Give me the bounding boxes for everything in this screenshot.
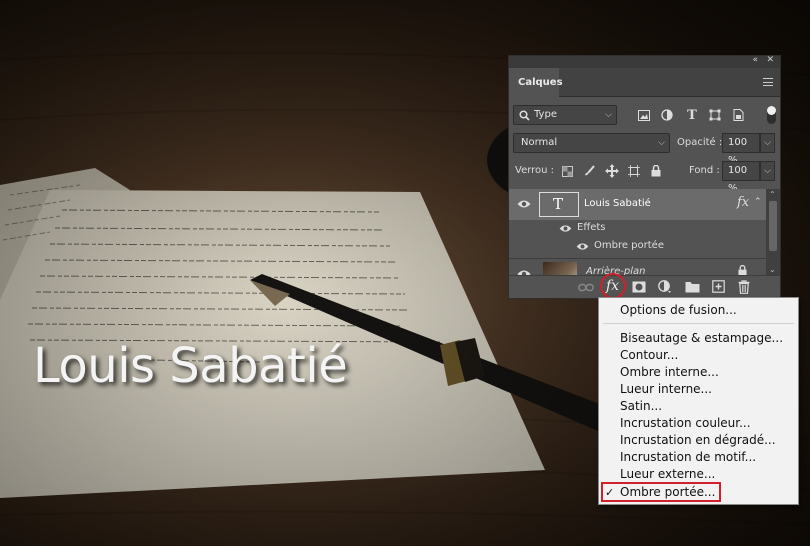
- fill-input[interactable]: 100 %: [722, 161, 760, 194]
- effect-name: Ombre portée: [594, 240, 664, 251]
- chevron-down-icon: ⌵: [658, 138, 665, 148]
- add-layer-style-button[interactable]: fx: [606, 278, 619, 294]
- opacity-label: Opacité :: [677, 137, 723, 148]
- menu-item-satin[interactable]: Satin...: [620, 399, 662, 413]
- lock-label: Verrou :: [515, 165, 555, 176]
- link-icon[interactable]: [578, 283, 594, 292]
- text-layer-thumbnail: T: [539, 192, 579, 217]
- lock-row: Verrou : Fond : 100 % ⌵: [509, 161, 780, 194]
- filter-text-icon[interactable]: T: [685, 107, 699, 123]
- blend-mode-value: Normal: [521, 137, 558, 148]
- fill-label: Fond :: [689, 165, 720, 176]
- filter-row: Type ⌵ T: [509, 105, 780, 127]
- layers-scrollbar[interactable]: ⌃ ⌄: [766, 189, 780, 276]
- filter-kind-value: Type: [534, 109, 557, 120]
- opacity-input[interactable]: 100 %: [722, 133, 760, 166]
- menu-item-gradient-overlay[interactable]: Incrustation en dégradé...: [620, 433, 776, 447]
- chevron-down-icon[interactable]: ⌄: [769, 265, 776, 274]
- close-icon[interactable]: ✕: [766, 55, 774, 65]
- filter-smart-object-icon[interactable]: [731, 108, 745, 122]
- panel-footer: fx: [509, 273, 780, 299]
- layer-fx-indicator[interactable]: fx: [737, 195, 749, 210]
- folder-icon[interactable]: [685, 281, 700, 293]
- new-layer-icon[interactable]: [712, 280, 725, 293]
- filter-pixel-icon[interactable]: [637, 108, 651, 122]
- layers-panel: « ✕ Calques Type ⌵ T Normal ⌵ Opacité: …: [508, 55, 781, 299]
- blend-row: Normal ⌵ Opacité : 100 % ⌵: [509, 133, 780, 166]
- lock-image-brush-icon[interactable]: [582, 164, 596, 178]
- blend-mode-select[interactable]: Normal ⌵: [513, 133, 670, 153]
- menu-item-drop-shadow[interactable]: Ombre portée...: [620, 485, 715, 499]
- checkmark-icon: ✓: [605, 486, 615, 499]
- trash-icon[interactable]: [738, 280, 750, 294]
- panel-menu-icon[interactable]: [763, 78, 773, 86]
- filter-kind-select[interactable]: Type ⌵: [513, 105, 617, 125]
- search-icon: [519, 110, 530, 121]
- eye-icon[interactable]: [517, 199, 531, 209]
- chevron-down-icon: ⌵: [605, 110, 612, 120]
- layer-name: Louis Sabatié: [584, 198, 651, 209]
- lock-transparent-icon[interactable]: [560, 164, 574, 178]
- panel-topbar: « ✕: [509, 55, 780, 68]
- eye-icon[interactable]: [559, 224, 572, 233]
- filter-shape-icon[interactable]: [708, 108, 722, 122]
- layers-list: T Louis Sabatié fx ⌃ Effets Ombre portée: [509, 189, 767, 276]
- effects-label: Effets: [577, 222, 606, 233]
- layer-style-menu: Options de fusion... Biseautage & estamp…: [598, 297, 799, 505]
- lock-position-move-icon[interactable]: [604, 163, 620, 179]
- layer-mask-icon[interactable]: [632, 281, 646, 293]
- menu-item-bevel-emboss[interactable]: Biseautage & estampage...: [620, 331, 783, 345]
- canvas-title-text: Louis Sabatié: [33, 338, 348, 394]
- background-layer-thumbnail: [543, 262, 577, 276]
- chevron-up-icon[interactable]: ⌃: [754, 197, 762, 207]
- double-chevron-icon[interactable]: «: [752, 55, 758, 65]
- lock-artboard-icon[interactable]: [627, 164, 641, 178]
- menu-item-blending-options[interactable]: Options de fusion...: [620, 303, 737, 317]
- layer-effects-row[interactable]: Effets: [509, 220, 767, 238]
- menu-item-pattern-overlay[interactable]: Incrustation de motif...: [620, 450, 756, 464]
- filter-adjustment-icon[interactable]: [660, 108, 674, 122]
- eye-icon[interactable]: [576, 242, 589, 251]
- chevron-up-icon[interactable]: ⌃: [769, 190, 776, 199]
- lock-all-icon[interactable]: [649, 163, 663, 179]
- layer-row-background[interactable]: Arrière-plan: [509, 258, 767, 276]
- layer-row-text[interactable]: T Louis Sabatié fx ⌃: [509, 189, 767, 220]
- scrollbar-thumb[interactable]: [769, 201, 777, 251]
- filter-toggle[interactable]: [767, 106, 776, 124]
- menu-item-inner-glow[interactable]: Lueur interne...: [620, 382, 712, 396]
- menu-item-outer-glow[interactable]: Lueur externe...: [620, 467, 715, 481]
- tab-calques[interactable]: Calques: [509, 68, 563, 97]
- menu-item-stroke[interactable]: Contour...: [620, 348, 678, 362]
- layer-effect-row[interactable]: Ombre portée: [509, 238, 767, 256]
- menu-item-inner-shadow[interactable]: Ombre interne...: [620, 365, 719, 379]
- opacity-dropdown-button[interactable]: ⌵: [760, 133, 775, 153]
- text-layer-icon: T: [553, 195, 564, 213]
- panel-tab-bar: Calques: [509, 68, 780, 97]
- menu-separator: [603, 323, 794, 324]
- fill-dropdown-button[interactable]: ⌵: [760, 161, 775, 181]
- adjustment-layer-icon[interactable]: [658, 280, 672, 294]
- menu-item-color-overlay[interactable]: Incrustation couleur...: [620, 416, 751, 430]
